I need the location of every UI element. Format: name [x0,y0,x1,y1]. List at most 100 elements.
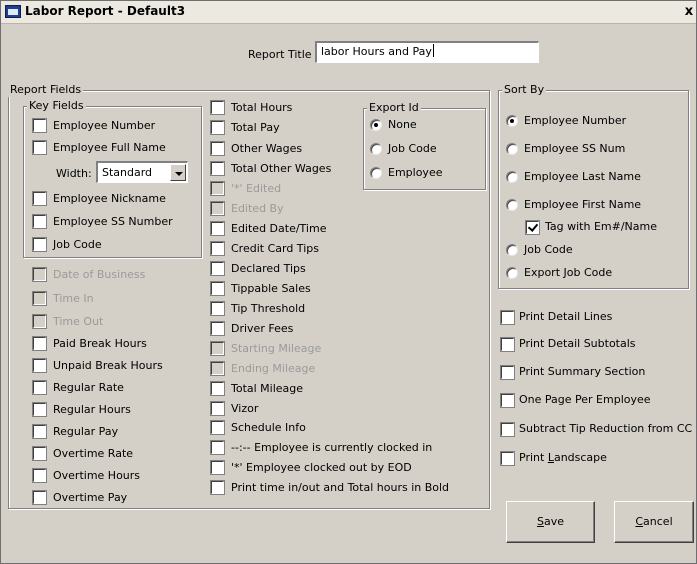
ending-mileage-checkbox [211,362,224,375]
chevron-down-icon[interactable] [170,164,186,181]
currently-clocked-in-label: --:-- Employee is currently clocked in [231,441,433,454]
regular-hours-label: Regular Hours [53,403,131,416]
print-landscape-checkbox[interactable] [501,452,514,465]
employee-number-label: Employee Number [53,119,156,132]
report-title-label: Report Title [248,48,312,61]
date-of-business-checkbox [33,268,46,281]
total-other-wages-label: Total Other Wages [231,162,332,175]
print-summary-section-label: Print Summary Section [519,365,646,378]
total-mileage-checkbox[interactable] [211,382,224,395]
employee-ss-number-label: Employee SS Number [53,215,173,228]
print-bold-label: Print time in/out and Total hours in Bol… [231,481,450,494]
overtime-pay-label: Overtime Pay [53,491,128,504]
export-id-job-code-label: Job Code [388,142,437,155]
text-caret [432,44,434,57]
title-bar[interactable]: Labor Report - Default3 x [1,1,696,24]
credit-card-tips-checkbox[interactable] [211,242,224,255]
tippable-sales-label: Tippable Sales [231,282,311,295]
declared-tips-label: Declared Tips [231,262,306,275]
print-bold-checkbox[interactable] [211,481,224,494]
sort-employee-ss-num-label: Employee SS Num [524,142,626,155]
clocked-out-by-eod-checkbox[interactable] [211,461,224,474]
employee-full-name-label: Employee Full Name [53,141,166,154]
print-summary-section-checkbox[interactable] [501,366,514,379]
window-app-icon [5,5,21,18]
employee-full-name-checkbox[interactable] [33,141,46,154]
key-fields-title: Key Fields [27,99,86,113]
regular-rate-label: Regular Rate [53,381,124,394]
vizor-checkbox[interactable] [211,402,224,415]
starting-mileage-checkbox [211,342,224,355]
report-title-input[interactable]: labor Hours and Pay [315,41,539,63]
sort-export-job-code-label: Export Job Code [524,266,613,279]
time-out-label: Time Out [53,315,104,328]
time-out-checkbox [33,315,46,328]
total-other-wages-checkbox[interactable] [211,162,224,175]
employee-ss-number-checkbox[interactable] [33,215,46,228]
tag-with-checkbox[interactable] [526,221,539,234]
driver-fees-checkbox[interactable] [211,322,224,335]
tippable-sales-checkbox[interactable] [211,282,224,295]
job-code-checkbox[interactable] [33,238,46,251]
overtime-hours-checkbox[interactable] [33,469,46,482]
unpaid-break-hours-label: Unpaid Break Hours [53,359,163,372]
sort-employee-last-name-radio[interactable] [506,171,518,183]
save-button[interactable]: Save [506,501,595,543]
sort-job-code-radio[interactable] [506,244,518,256]
sort-employee-first-name-label: Employee First Name [524,198,642,211]
tag-with-label: Tag with Em#/Name [545,220,657,233]
employee-nickname-label: Employee Nickname [53,192,166,205]
tip-threshold-checkbox[interactable] [211,302,224,315]
schedule-info-checkbox[interactable] [211,421,224,434]
export-id-none-label: None [388,118,417,131]
starting-mileage-label: Starting Mileage [231,342,322,355]
sort-export-job-code-radio[interactable] [506,267,518,279]
print-detail-lines-checkbox[interactable] [501,311,514,324]
sort-employee-ss-num-radio[interactable] [506,143,518,155]
employee-number-checkbox[interactable] [33,119,46,132]
employee-nickname-checkbox[interactable] [33,192,46,205]
width-select[interactable]: Standard [96,161,188,183]
total-hours-label: Total Hours [231,101,293,114]
export-id-none-radio[interactable] [370,119,382,131]
edited-date-time-checkbox[interactable] [211,222,224,235]
regular-hours-checkbox[interactable] [33,403,46,416]
paid-break-hours-checkbox[interactable] [33,337,46,350]
edited-date-time-label: Edited Date/Time [231,222,327,235]
driver-fees-label: Driver Fees [231,322,294,335]
close-icon[interactable]: x [682,4,696,20]
report-fields-title: Report Fields [8,83,84,97]
currently-clocked-in-checkbox[interactable] [211,441,224,454]
one-page-per-employee-checkbox[interactable] [501,394,514,407]
other-wages-label: Other Wages [231,142,303,155]
overtime-hours-label: Overtime Hours [53,469,141,482]
total-pay-label: Total Pay [231,121,280,134]
tip-threshold-label: Tip Threshold [231,302,306,315]
vizor-label: Vizor [231,402,259,415]
sort-employee-last-name-label: Employee Last Name [524,170,641,183]
unpaid-break-hours-checkbox[interactable] [33,359,46,372]
other-wages-checkbox[interactable] [211,142,224,155]
print-detail-subtotals-checkbox[interactable] [501,338,514,351]
report-title-value: labor Hours and Pay [321,45,432,58]
subtract-tip-reduction-checkbox[interactable] [501,423,514,436]
overtime-rate-checkbox[interactable] [33,447,46,460]
declared-tips-checkbox[interactable] [211,262,224,275]
overtime-pay-checkbox[interactable] [33,491,46,504]
regular-rate-checkbox[interactable] [33,381,46,394]
total-pay-checkbox[interactable] [211,121,224,134]
cancel-button[interactable]: Cancel [614,501,694,543]
export-id-job-code-radio[interactable] [370,143,382,155]
sort-employee-number-radio[interactable] [506,115,518,127]
sort-employee-first-name-radio[interactable] [506,199,518,211]
regular-pay-checkbox[interactable] [33,425,46,438]
schedule-info-label: Schedule Info [231,421,306,434]
export-id-employee-radio[interactable] [370,167,382,179]
clocked-out-by-eod-label: '*' Employee clocked out by EOD [231,461,412,474]
total-hours-checkbox[interactable] [211,101,224,114]
edited-by-checkbox [211,202,224,215]
one-page-per-employee-label: One Page Per Employee [519,393,651,406]
edited-marker-label: '*' Edited [231,182,282,195]
sort-by-title: Sort By [502,83,547,97]
export-id-title: Export Id [367,101,421,115]
